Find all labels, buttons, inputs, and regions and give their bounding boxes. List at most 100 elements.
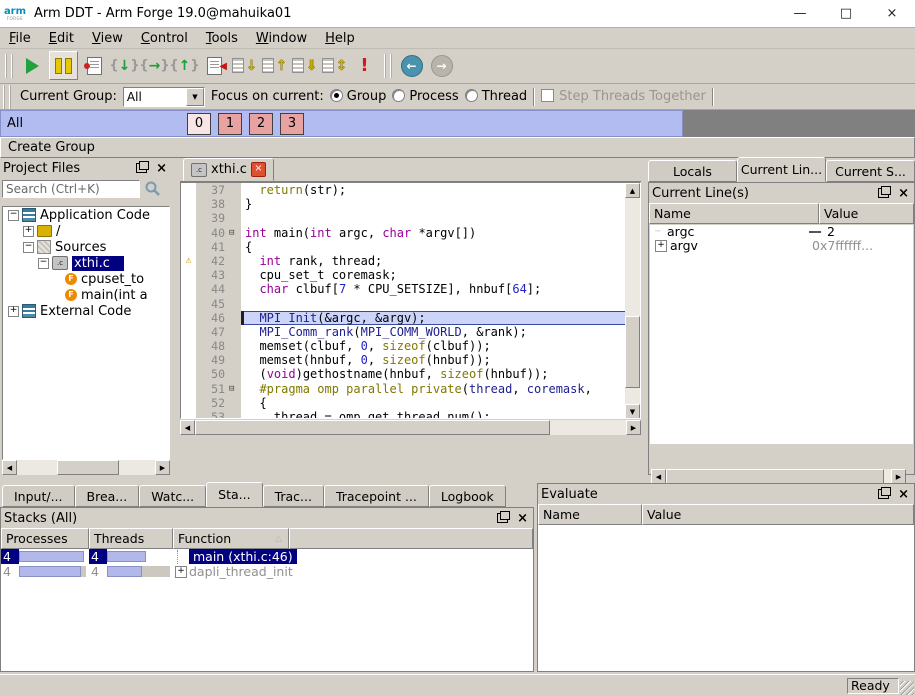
code-line-40[interactable]: 40⊟int main(int argc, char *argv[]): [181, 226, 625, 240]
scroll-left-icon[interactable]: ◀: [651, 469, 666, 484]
tab-locals[interactable]: Locals: [648, 160, 737, 182]
line-number[interactable]: 48: [196, 339, 228, 353]
fold-collapse-icon[interactable]: ⊟: [228, 226, 241, 240]
line-number[interactable]: 42: [196, 254, 228, 268]
scroll-right-icon[interactable]: ▶: [891, 469, 906, 484]
line-number[interactable]: 46: [196, 311, 228, 325]
scroll-right-icon[interactable]: ▶: [155, 460, 170, 475]
sync-threads-button[interactable]: ↕: [321, 52, 348, 79]
line-number[interactable]: 38: [196, 197, 228, 211]
code-line-51[interactable]: 51⊟ #pragma omp parallel private(thread,…: [181, 382, 625, 396]
line-number[interactable]: 49: [196, 353, 228, 367]
process-box-1[interactable]: 1: [218, 113, 242, 135]
up-stack-frame-button[interactable]: ↑: [261, 52, 288, 79]
variables-hscrollbar[interactable]: ◀▶: [651, 469, 906, 484]
play-button[interactable]: [19, 52, 46, 79]
column-function[interactable]: Function△: [173, 528, 289, 549]
line-number[interactable]: 52: [196, 396, 228, 410]
scroll-left-icon[interactable]: ◀: [180, 420, 195, 435]
focus-group-radio[interactable]: Group: [330, 89, 387, 104]
code-line-52[interactable]: 52 {: [181, 396, 625, 410]
toolbar-grip[interactable]: [5, 54, 13, 78]
close-panel-icon[interactable]: ×: [154, 162, 169, 175]
tab-close-icon[interactable]: ×: [251, 162, 266, 177]
menu-view[interactable]: View: [83, 30, 132, 47]
expand-icon[interactable]: +: [175, 566, 187, 578]
maximize-button[interactable]: □: [823, 1, 869, 27]
line-number[interactable]: 39: [196, 211, 228, 225]
search-input[interactable]: Search (Ctrl+K): [2, 180, 140, 198]
collapse-icon[interactable]: −: [8, 210, 19, 221]
back-button[interactable]: ←: [398, 52, 425, 79]
scroll-left-icon[interactable]: ◀: [2, 460, 17, 475]
tab-sta-[interactable]: Sta...: [206, 482, 262, 507]
close-panel-icon[interactable]: ×: [515, 512, 530, 525]
scroll-right-icon[interactable]: ▶: [626, 420, 641, 435]
minimize-button[interactable]: —: [777, 1, 823, 27]
create-group-bar[interactable]: Create Group: [0, 137, 915, 158]
expand-icon[interactable]: +: [23, 226, 34, 237]
line-number[interactable]: 37: [196, 183, 228, 197]
code-line-46[interactable]: 46 MPI_Init(&argc, &argv);: [181, 311, 625, 325]
variable-row-argv[interactable]: +argv0x7ffffff...: [650, 239, 913, 253]
focus-toolbar-grip[interactable]: [3, 85, 11, 109]
tree-item-xthi-c[interactable]: −.cxthi.c: [3, 255, 169, 271]
focus-process-radio[interactable]: Process: [392, 89, 458, 104]
process-box-3[interactable]: 3: [280, 113, 304, 135]
tab-brea-[interactable]: Brea...: [75, 485, 140, 507]
line-number[interactable]: 51: [196, 382, 228, 396]
tree-item-cpuset-to[interactable]: Fcpuset_to: [3, 271, 169, 287]
tab-xthi-c[interactable]: .c xthi.c ×: [183, 158, 274, 181]
column-name[interactable]: Name: [538, 504, 642, 525]
step-into-button[interactable]: {↓}: [111, 52, 138, 79]
forward-button[interactable]: →: [428, 52, 455, 79]
line-number[interactable]: 53: [196, 410, 228, 419]
tab-trac-[interactable]: Trac...: [263, 485, 324, 507]
collapse-icon[interactable]: −: [23, 242, 34, 253]
tree-item--[interactable]: +/: [3, 223, 169, 239]
code-line-39[interactable]: 39: [181, 211, 625, 225]
group-all-row[interactable]: All 0123: [0, 110, 683, 137]
scroll-down-icon[interactable]: ▼: [625, 404, 640, 419]
toolbar-grip-2[interactable]: [384, 54, 392, 78]
float-panel-icon[interactable]: [136, 163, 147, 173]
line-number[interactable]: 50: [196, 367, 228, 381]
bottom-stack-frame-button[interactable]: ⇓: [291, 52, 318, 79]
column-threads[interactable]: Threads: [89, 528, 173, 549]
expand-icon[interactable]: +: [8, 306, 19, 317]
tree-item-application-code[interactable]: −Application Code: [3, 207, 169, 223]
line-number[interactable]: 40: [196, 226, 228, 240]
expand-icon[interactable]: +: [655, 240, 667, 252]
line-number[interactable]: 41: [196, 240, 228, 254]
focus-thread-radio[interactable]: Thread: [465, 89, 527, 104]
line-number[interactable]: 44: [196, 282, 228, 296]
stack-row-2[interactable]: 44+dapli_thread_init: [1, 564, 533, 579]
tab-current-lin-[interactable]: Current Lin...: [737, 157, 826, 182]
editor-hscrollbar[interactable]: ◀▶: [180, 420, 641, 435]
resize-grip[interactable]: [900, 681, 914, 695]
code-line-50[interactable]: 50 (void)gethostname(hnbuf, sizeof(hnbuf…: [181, 367, 625, 381]
column-value[interactable]: Value: [642, 504, 914, 525]
code-line-41[interactable]: 41{: [181, 240, 625, 254]
stack-row-1[interactable]: 44main (xthi.c:46): [1, 549, 533, 564]
line-number[interactable]: 43: [196, 268, 228, 282]
tab-current-s-[interactable]: Current S...: [826, 160, 915, 182]
code-line-38[interactable]: 38}: [181, 197, 625, 211]
code-line-45[interactable]: 45: [181, 297, 625, 311]
tab-input-[interactable]: Input/...: [2, 485, 75, 507]
line-number[interactable]: 47: [196, 325, 228, 339]
project-tree-hscrollbar[interactable]: ◀▶: [2, 460, 170, 475]
collapse-icon[interactable]: −: [38, 258, 49, 269]
tree-item-external-code[interactable]: +External Code: [3, 303, 169, 319]
step-threads-together-checkbox[interactable]: Step Threads Together: [541, 89, 706, 104]
menu-help[interactable]: Help: [316, 30, 364, 47]
column-name[interactable]: Name: [649, 203, 819, 224]
code-line-47[interactable]: 47 MPI_Comm_rank(MPI_COMM_WORLD, &rank);: [181, 325, 625, 339]
code-viewport[interactable]: 37 return(str);38}3940⊟int main(int argc…: [180, 182, 641, 419]
tab-tracepoint-[interactable]: Tracepoint ...: [324, 485, 429, 507]
menu-edit[interactable]: Edit: [40, 30, 83, 47]
editor-vscrollbar[interactable]: ▲▼: [625, 183, 640, 419]
code-line-37[interactable]: 37 return(str);: [181, 183, 625, 197]
column-processes[interactable]: Processes: [1, 528, 89, 549]
float-panel-icon[interactable]: [497, 513, 508, 523]
